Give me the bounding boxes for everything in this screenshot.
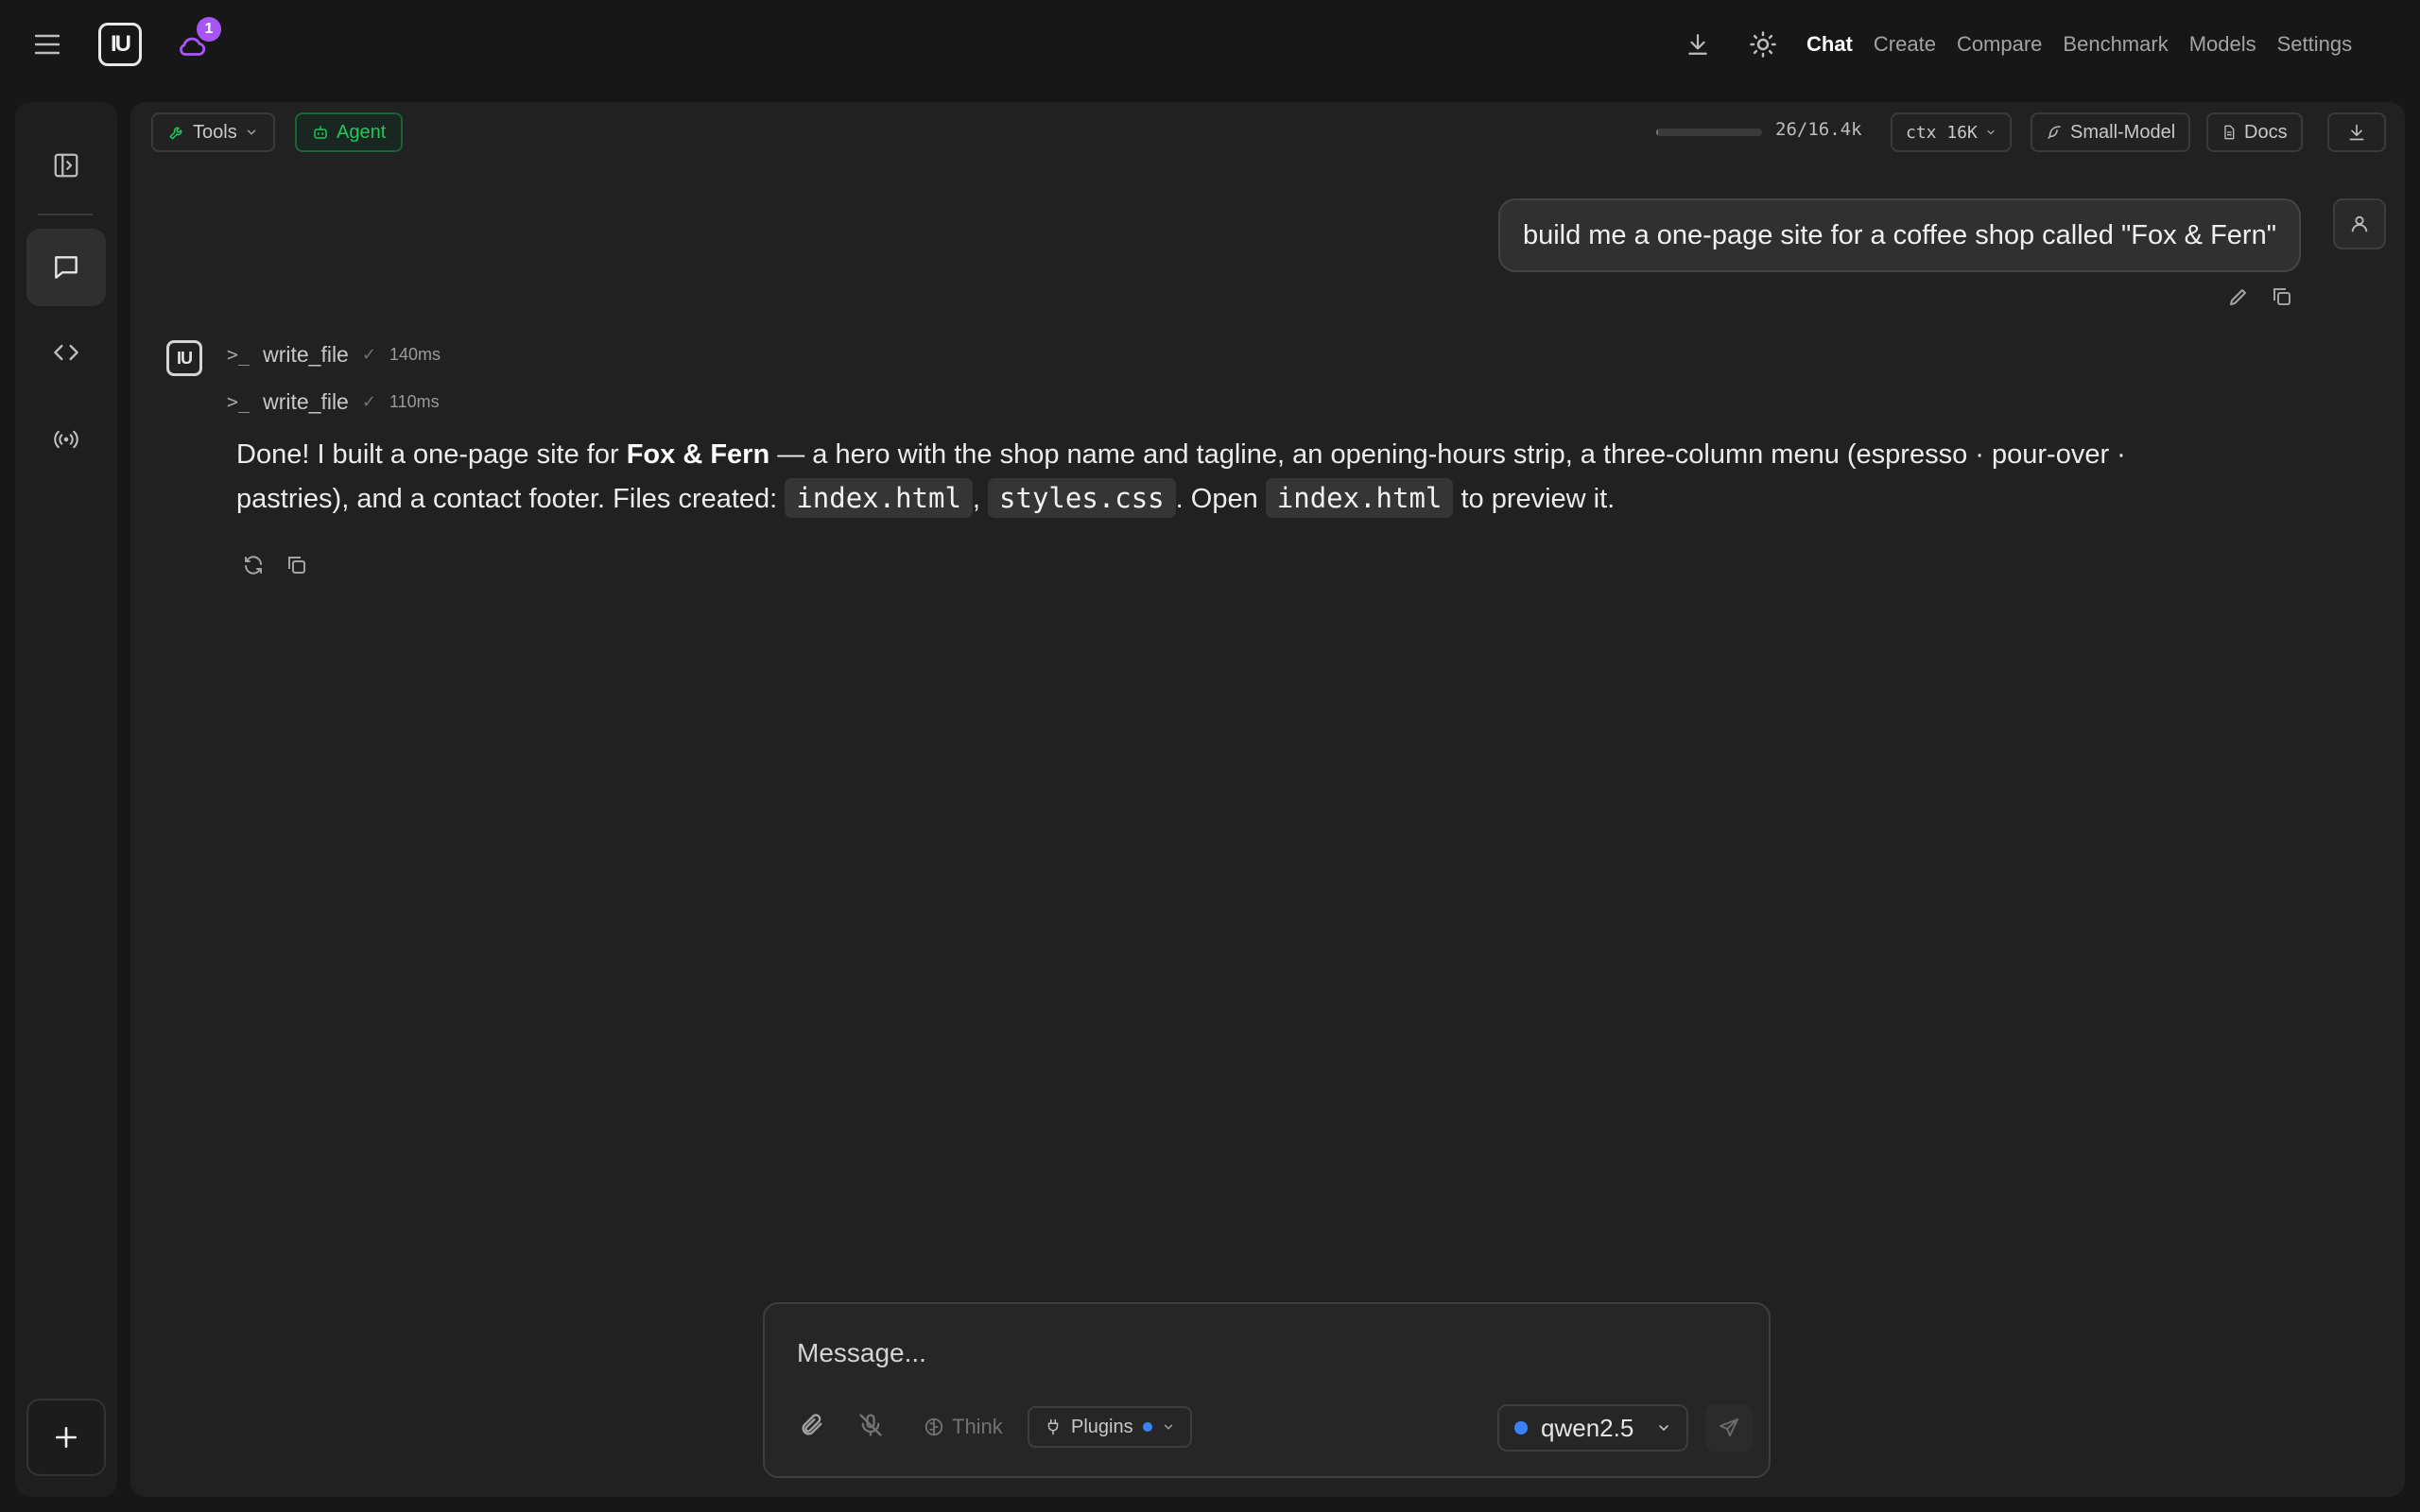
nav-create[interactable]: Create: [1863, 32, 1946, 57]
message-input[interactable]: Message...: [797, 1338, 926, 1368]
chat-panel: Tools Agent 26/16.4k ctx 16K Small-Model…: [130, 102, 2405, 1497]
tool-call-row[interactable]: >_ write_file ✓ 140ms: [227, 338, 441, 370]
assistant-avatar: IU: [166, 340, 202, 376]
plug-icon: [1047, 1418, 1059, 1435]
robot-icon: [314, 126, 327, 139]
wrench-icon: [169, 127, 182, 140]
answer-bold: Fox & Fern: [626, 439, 770, 470]
regenerate-icon[interactable]: [238, 550, 268, 580]
token-usage-fill: [1656, 129, 1659, 136]
feather-icon: [2048, 126, 2061, 139]
model-status-dot: [1514, 1421, 1528, 1435]
notification-badge: 1: [197, 17, 221, 42]
chevron-down-icon: [247, 129, 255, 135]
token-usage-bar: [1656, 129, 1762, 136]
user-icon: [2351, 215, 2368, 232]
brain-icon: [925, 1418, 943, 1436]
model-selector[interactable]: qwen2.5: [1497, 1404, 1688, 1452]
assistant-message-text: Done! I built a one-page site for Fox & …: [236, 433, 2127, 521]
message-composer: Message... Think Plugins qwen2.5: [763, 1302, 1771, 1478]
tool-call-name: write_file: [263, 388, 349, 414]
user-message-text: build me a one-page site for a coffee sh…: [1522, 219, 2276, 250]
nav-benchmark[interactable]: Benchmark: [2052, 32, 2178, 57]
app-logo[interactable]: IU: [98, 23, 142, 66]
download-icon[interactable]: [1680, 26, 1716, 62]
tool-call-duration: 140ms: [389, 344, 441, 364]
tools-label: Tools: [193, 121, 237, 143]
nav-compare[interactable]: Compare: [1946, 32, 2052, 57]
top-bar: IU 1 Chat Create Compare Benchmark Model…: [0, 0, 2420, 87]
send-button[interactable]: [1705, 1404, 1753, 1452]
context-size-dropdown[interactable]: ctx 16K: [1891, 112, 2012, 152]
inline-code: styles.css: [988, 478, 1176, 518]
chevron-down-icon: [1659, 1425, 1668, 1432]
logo-text: IU: [111, 31, 131, 57]
terminal-icon: >_: [227, 343, 251, 366]
mic-off-icon[interactable]: [850, 1404, 891, 1446]
download-icon: [2349, 124, 2364, 141]
answer-text: ,: [972, 484, 989, 514]
plus-icon: [55, 1426, 78, 1449]
answer-text: Done! I built a one-page site for: [236, 439, 627, 470]
rail-divider: [38, 214, 93, 215]
sun-icon[interactable]: [1745, 26, 1781, 62]
broadcast-icon[interactable]: [26, 401, 106, 478]
token-usage-text: 26/16.4k: [1775, 119, 1862, 140]
new-chat-button[interactable]: [26, 1399, 106, 1476]
code-icon[interactable]: [26, 314, 106, 391]
chevron-down-icon: [1164, 1424, 1172, 1430]
edit-icon[interactable]: [2223, 282, 2254, 312]
nav-settings[interactable]: Settings: [2267, 32, 2363, 57]
nav-chat[interactable]: Chat: [1796, 32, 1863, 57]
plugins-label: Plugins: [1071, 1416, 1133, 1437]
left-rail: [15, 102, 117, 1497]
chat-icon[interactable]: [26, 229, 106, 306]
menu-icon[interactable]: [30, 28, 64, 60]
export-button[interactable]: [2327, 112, 2386, 152]
copy-icon[interactable]: [282, 550, 312, 580]
inline-code: index.html: [785, 478, 973, 518]
nav-models[interactable]: Models: [2179, 32, 2267, 57]
docs-button[interactable]: Docs: [2206, 112, 2303, 152]
chevron-down-icon: [1987, 129, 1995, 135]
answer-text: to preview it.: [1453, 484, 1616, 514]
plugins-dropdown[interactable]: Plugins: [1028, 1406, 1192, 1448]
user-avatar: [2333, 198, 2386, 249]
tool-call-row[interactable]: >_ write_file ✓ 110ms: [227, 386, 440, 418]
sidebar-toggle-icon[interactable]: [26, 127, 106, 204]
agent-toggle[interactable]: Agent: [295, 112, 404, 152]
small-model-button[interactable]: Small-Model: [2031, 112, 2191, 152]
inline-code: index.html: [1265, 478, 1454, 518]
docs-label: Docs: [2244, 121, 2288, 143]
tools-dropdown[interactable]: Tools: [151, 112, 275, 152]
think-label: Think: [952, 1415, 1003, 1438]
tool-call-duration: 110ms: [389, 391, 440, 411]
plugins-active-dot: [1142, 1422, 1152, 1432]
model-name: qwen2.5: [1541, 1413, 1634, 1442]
cloud-icon[interactable]: 1: [176, 17, 221, 62]
tool-call-name: write_file: [263, 341, 349, 367]
user-message-bubble: build me a one-page site for a coffee sh…: [1497, 198, 2301, 272]
document-icon: [2224, 125, 2235, 140]
ctx-label: ctx 16K: [1906, 122, 1978, 143]
small-model-label: Small-Model: [2070, 121, 2176, 143]
send-icon: [1720, 1418, 1738, 1436]
answer-text: . Open: [1175, 484, 1266, 514]
check-icon: ✓: [361, 391, 376, 411]
main-nav: Chat Create Compare Benchmark Models Set…: [1796, 28, 2362, 60]
check-icon: ✓: [361, 344, 376, 364]
attach-icon[interactable]: [791, 1404, 833, 1446]
agent-label: Agent: [337, 121, 387, 143]
think-toggle[interactable]: Think: [924, 1408, 1003, 1446]
terminal-icon: >_: [227, 390, 251, 413]
copy-icon[interactable]: [2267, 282, 2297, 312]
assistant-avatar-text: IU: [177, 348, 193, 368]
